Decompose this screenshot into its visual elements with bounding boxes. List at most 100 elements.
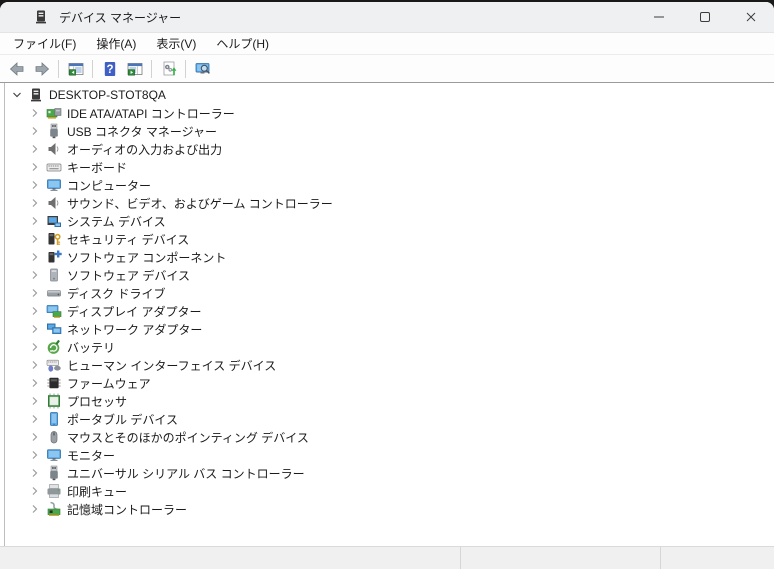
tree-item-label: IDE ATA/ATAPI コントローラー [67,106,235,121]
toolbar-separator [58,59,59,78]
menu-help[interactable]: ヘルプ(H) [206,32,279,55]
device-manager-window: デバイス マネージャー ファイル(F) 操作(A) 表示(V) ヘルプ(H) ?… [0,2,774,569]
help-button[interactable]: ? [97,57,122,80]
tree-device-category-row[interactable]: ポータブル デバイス [5,410,774,428]
tree-device-category-row[interactable]: ソフトウェア デバイス [5,266,774,284]
chevron-right-icon[interactable] [27,123,43,139]
tree-device-category-row[interactable]: オーディオの入力および出力 [5,140,774,158]
forward-button[interactable] [29,57,54,80]
tree-device-category-row[interactable]: セキュリティ デバイス [5,230,774,248]
tree-device-category-row[interactable]: USB コネクタ マネージャー [5,122,774,140]
action-pane-toggle-button[interactable] [122,57,147,80]
tree-device-category-row[interactable]: プロセッサ [5,392,774,410]
chevron-right-icon[interactable] [27,429,43,445]
chevron-right-icon[interactable] [27,357,43,373]
tree-device-category-row[interactable]: バッテリ [5,338,774,356]
console-tree-toggle-button[interactable] [63,57,88,80]
tree-device-category-row[interactable]: 印刷キュー [5,482,774,500]
tree-device-category-row[interactable]: 記憶域コントローラー [5,500,774,518]
chevron-right-icon[interactable] [27,375,43,391]
computer-search-button[interactable] [190,57,215,80]
tree-device-category-row[interactable]: ディスプレイ アダプター [5,302,774,320]
tree-device-category-row[interactable]: ディスク ドライブ [5,284,774,302]
chevron-right-icon[interactable] [27,483,43,499]
tree-device-category-row[interactable]: ユニバーサル シリアル バス コントローラー [5,464,774,482]
back-icon [9,61,25,77]
tree-root-row[interactable]: DESKTOP-STOT8QA [5,86,774,104]
tree-device-category-row[interactable]: ヒューマン インターフェイス デバイス [5,356,774,374]
system-devices-icon [46,213,62,229]
chevron-right-icon[interactable] [27,321,43,337]
chevron-right-icon[interactable] [27,303,43,319]
window-title: デバイス マネージャー [59,10,182,25]
tree-item-label: モニター [67,448,116,463]
tree-item-label: ソフトウェア コンポーネント [67,250,227,265]
chevron-right-icon[interactable] [27,231,43,247]
tree-device-category-row[interactable]: ソフトウェア コンポーネント [5,248,774,266]
tree-item-label: ディスプレイ アダプター [67,304,202,319]
chevron-right-icon[interactable] [27,411,43,427]
back-button[interactable] [4,57,29,80]
chevron-right-icon[interactable] [27,249,43,265]
chevron-right-icon[interactable] [27,177,43,193]
network-adapter-icon [46,321,62,337]
tree-item-label: マウスとそのほかのポインティング デバイス [67,430,309,445]
chevron-right-icon[interactable] [27,285,43,301]
chevron-right-icon[interactable] [27,267,43,283]
chevron-right-icon[interactable] [27,213,43,229]
tree-item-label: システム デバイス [67,214,166,229]
chevron-down-icon[interactable] [9,87,25,103]
status-bar-divider [660,547,661,569]
chevron-right-icon[interactable] [27,447,43,463]
storage-controller-icon [46,501,62,517]
tree-device-category-row[interactable]: ファームウェア [5,374,774,392]
tree-device-category-row[interactable]: モニター [5,446,774,464]
tree-item-label: ヒューマン インターフェイス デバイス [67,358,277,373]
software-components-icon [46,249,62,265]
tree-device-category-row[interactable]: ネットワーク アダプター [5,320,774,338]
chevron-right-icon[interactable] [27,465,43,481]
menu-bar: ファイル(F) 操作(A) 表示(V) ヘルプ(H) [0,33,774,55]
chevron-right-icon[interactable] [27,501,43,517]
tree-device-category-row[interactable]: サウンド、ビデオ、およびゲーム コントローラー [5,194,774,212]
forward-icon [34,61,50,77]
tree-item-label: ユニバーサル シリアル バス コントローラー [67,466,305,481]
minimize-button[interactable] [636,2,682,32]
status-bar [0,546,774,569]
chevron-right-icon[interactable] [27,159,43,175]
scan-hardware-changes-button[interactable] [156,57,181,80]
window-controls [636,2,774,32]
toolbar-separator [92,59,93,78]
chevron-right-icon[interactable] [27,393,43,409]
printer-icon [46,483,62,499]
chevron-right-icon[interactable] [27,339,43,355]
tree-item-label: ポータブル デバイス [67,412,178,427]
menu-view[interactable]: 表示(V) [146,32,206,55]
close-button[interactable] [728,2,774,32]
monitor-blue-icon [46,447,62,463]
tree-device-category-row[interactable]: システム デバイス [5,212,774,230]
chevron-right-icon[interactable] [27,195,43,211]
chevron-right-icon[interactable] [27,105,43,121]
tree-device-category-row[interactable]: コンピューター [5,176,774,194]
tree-device-category-row[interactable]: マウスとそのほかのポインティング デバイス [5,428,774,446]
tree-item-label: 記憶域コントローラー [67,502,188,517]
keyboard-icon [46,159,62,175]
usb-icon [46,465,62,481]
title-bar: デバイス マネージャー [0,2,774,33]
tree-device-category-row[interactable]: キーボード [5,158,774,176]
menu-action[interactable]: 操作(A) [86,32,146,55]
tree-item-label: セキュリティ デバイス [67,232,190,247]
menu-file[interactable]: ファイル(F) [3,32,86,55]
chevron-right-icon[interactable] [27,141,43,157]
close-icon [743,9,759,25]
disk-drive-icon [46,285,62,301]
tree-item-label: 印刷キュー [67,484,128,499]
tree-device-category-row[interactable]: IDE ATA/ATAPI コントローラー [5,104,774,122]
help-icon: ? [102,61,118,77]
tree-item-label: ソフトウェア デバイス [67,268,190,283]
portable-device-icon [46,411,62,427]
maximize-button[interactable] [682,2,728,32]
tree-item-label: USB コネクタ マネージャー [67,124,218,139]
speaker-icon [46,141,62,157]
